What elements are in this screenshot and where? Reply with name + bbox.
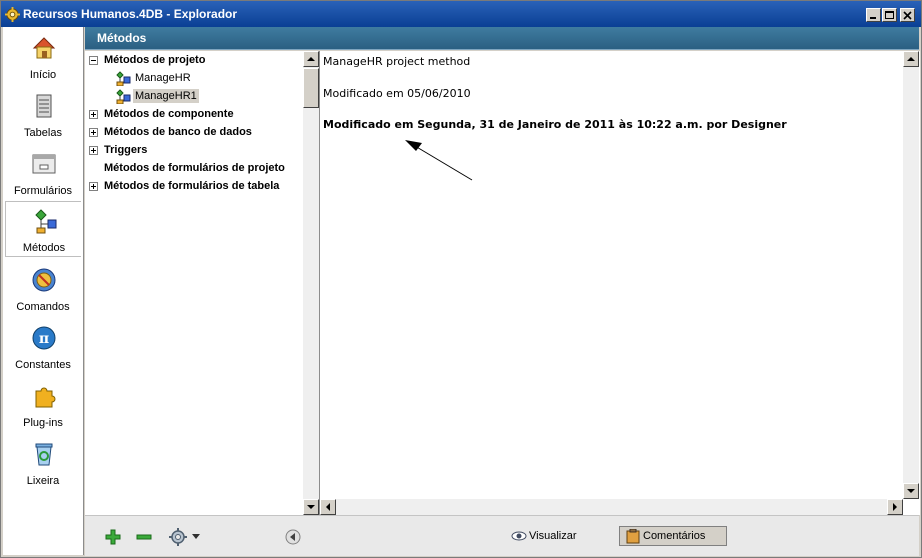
tree-item-label: Métodos de banco de dados bbox=[104, 126, 252, 138]
arrow-left-icon bbox=[326, 503, 330, 511]
bottom-toolbar: Visualizar Comentários bbox=[85, 515, 919, 556]
maximize-icon bbox=[885, 11, 894, 19]
sidebar-item-comandos[interactable]: Comandos bbox=[5, 261, 81, 317]
editor-line-1: ManageHR project method bbox=[323, 55, 471, 68]
tree-item-label: Métodos de formulários de tabela bbox=[104, 180, 280, 192]
maximize-button[interactable] bbox=[882, 8, 897, 22]
sidebar-item-label: Métodos bbox=[22, 242, 66, 254]
command-icon bbox=[32, 268, 56, 292]
scroll-thumb[interactable] bbox=[303, 68, 319, 108]
tree-item-formularios-tabela[interactable]: Métodos de formulários de tabela bbox=[85, 178, 303, 195]
arrow-down-icon bbox=[907, 489, 915, 493]
sidebar-item-label: Plug-ins bbox=[23, 417, 63, 429]
section-header: Métodos bbox=[85, 27, 919, 50]
expand-icon[interactable] bbox=[89, 128, 98, 137]
svg-text:π: π bbox=[39, 331, 49, 347]
sidebar-item-tabelas[interactable]: Tabelas bbox=[5, 87, 81, 143]
method-icon bbox=[116, 71, 131, 86]
close-button[interactable] bbox=[900, 8, 915, 22]
scroll-up-button[interactable] bbox=[903, 51, 919, 67]
minimize-button[interactable] bbox=[866, 8, 881, 22]
scroll-right-button[interactable] bbox=[887, 499, 903, 515]
home-icon bbox=[32, 37, 56, 59]
remove-icon[interactable] bbox=[136, 529, 152, 545]
sidebar-item-metodos[interactable]: Métodos bbox=[5, 201, 81, 257]
editor-line-2: Modificado em 05/06/2010 bbox=[323, 87, 471, 100]
arrow-right-icon bbox=[893, 503, 897, 511]
editor-hscrollbar[interactable] bbox=[320, 499, 903, 515]
sidebar-item-label: Tabelas bbox=[24, 127, 62, 139]
tree-item-metodos-banco[interactable]: Métodos de banco de dados bbox=[85, 124, 303, 141]
tree-item-label: Métodos de projeto bbox=[104, 54, 206, 66]
editor-line-3: Modificado em Segunda, 31 de Janeiro de … bbox=[323, 118, 787, 131]
tree-item-metodos-componente[interactable]: Métodos de componente bbox=[85, 106, 303, 123]
scroll-down-button[interactable] bbox=[903, 483, 919, 499]
tree-item-formularios-projeto[interactable]: Métodos de formulários de projeto bbox=[85, 160, 303, 177]
comment-note-icon bbox=[626, 529, 640, 544]
method-icon bbox=[35, 209, 57, 234]
tree-item-label: Triggers bbox=[104, 144, 148, 156]
trash-icon bbox=[35, 443, 53, 466]
tree-item-triggers[interactable]: Triggers bbox=[85, 142, 303, 159]
tree-scrollbar[interactable] bbox=[303, 51, 319, 515]
sidebar-item-constantes[interactable]: π Constantes bbox=[5, 319, 81, 375]
sidebar-item-formularios[interactable]: Formulários bbox=[5, 145, 81, 201]
method-tree[interactable]: Métodos de projeto ManageHR ManageHR1 Mé… bbox=[85, 51, 303, 515]
table-icon bbox=[36, 94, 52, 118]
gear-icon[interactable] bbox=[169, 527, 189, 547]
method-icon bbox=[116, 89, 131, 104]
sidebar-item-label: Início bbox=[29, 69, 57, 81]
method-editor[interactable]: ManageHR project method Modificado em 05… bbox=[319, 51, 920, 515]
comments-button-label: Comentários bbox=[643, 530, 706, 542]
tree-item-label: ManageHR bbox=[135, 72, 191, 84]
window-title: Recursos Humanos.4DB - Explorador bbox=[23, 7, 238, 21]
tree-item-label: ManageHR1 bbox=[133, 89, 199, 103]
close-icon bbox=[903, 11, 912, 20]
sidebar-item-label: Constantes bbox=[15, 359, 71, 371]
eye-icon bbox=[511, 531, 527, 541]
chevron-down-icon[interactable] bbox=[192, 534, 200, 540]
add-icon[interactable] bbox=[105, 529, 121, 545]
pi-icon: π bbox=[32, 326, 56, 350]
scroll-left-button[interactable] bbox=[320, 499, 336, 515]
app-gear-icon bbox=[5, 7, 20, 22]
explorer-window: Recursos Humanos.4DB - Explorador Início bbox=[0, 0, 922, 558]
tree-item-managehr1[interactable]: ManageHR1 bbox=[85, 88, 303, 105]
sidebar-item-label: Comandos bbox=[16, 301, 70, 313]
tree-item-metodos-projeto[interactable]: Métodos de projeto bbox=[85, 52, 303, 69]
comments-button[interactable]: Comentários bbox=[619, 526, 727, 546]
sidebar-item-lixeira[interactable]: Lixeira bbox=[5, 435, 81, 491]
expand-icon[interactable] bbox=[89, 182, 98, 191]
arrow-up-icon bbox=[307, 57, 315, 61]
editor-vscrollbar[interactable] bbox=[903, 51, 919, 499]
puzzle-icon bbox=[35, 387, 56, 408]
tree-item-label: Métodos de componente bbox=[104, 108, 234, 120]
tree-item-label: Métodos de formulários de projeto bbox=[104, 162, 285, 174]
collapse-left-icon[interactable] bbox=[285, 529, 301, 545]
form-icon bbox=[32, 154, 56, 174]
view-button[interactable]: Visualizar bbox=[509, 527, 605, 547]
sidebar-item-inicio[interactable]: Início bbox=[5, 29, 81, 85]
scroll-down-button[interactable] bbox=[303, 499, 319, 515]
scroll-up-button[interactable] bbox=[303, 51, 319, 67]
annotation-arrow-icon bbox=[405, 140, 473, 181]
title-bar[interactable]: Recursos Humanos.4DB - Explorador bbox=[1, 1, 921, 27]
minimize-icon bbox=[870, 17, 876, 19]
sidebar-item-label: Lixeira bbox=[26, 475, 60, 487]
tree-item-managehr[interactable]: ManageHR bbox=[85, 70, 303, 87]
collapse-icon[interactable] bbox=[89, 56, 98, 65]
sidebar: Início Tabelas Formulários Métodos Coman… bbox=[3, 27, 84, 555]
page-title: Métodos bbox=[97, 31, 147, 45]
arrow-up-icon bbox=[907, 57, 915, 61]
sidebar-item-plugins[interactable]: Plug-ins bbox=[5, 377, 81, 433]
sidebar-item-label: Formulários bbox=[13, 185, 73, 197]
expand-icon[interactable] bbox=[89, 146, 98, 155]
view-button-label: Visualizar bbox=[529, 530, 577, 542]
arrow-down-icon bbox=[307, 505, 315, 509]
expand-icon[interactable] bbox=[89, 110, 98, 119]
